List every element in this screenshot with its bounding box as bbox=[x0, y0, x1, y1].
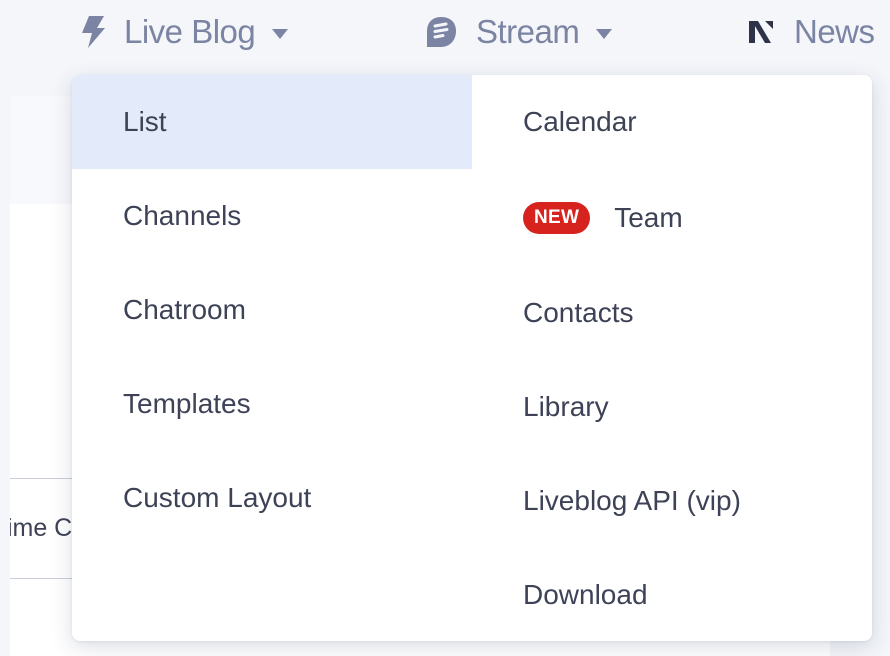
table-cell-text: time C bbox=[10, 514, 73, 542]
menu-item-label: Templates bbox=[123, 388, 251, 419]
menu-item-contacts[interactable]: Contacts bbox=[472, 266, 872, 360]
menu-item-label: List bbox=[123, 106, 167, 137]
table-divider bbox=[10, 478, 80, 479]
menu-item-download[interactable]: Download bbox=[472, 548, 872, 641]
n-logo-icon bbox=[746, 17, 776, 47]
menu-item-team[interactable]: NEW Team bbox=[472, 171, 872, 265]
menu-item-templates[interactable]: Templates bbox=[72, 357, 472, 451]
menu-item-label: Liveblog API (vip) bbox=[523, 485, 741, 516]
top-navigation: Live Blog Stream News bbox=[0, 0, 890, 66]
menu-item-library[interactable]: Library bbox=[472, 360, 872, 454]
nav-live-blog[interactable]: Live Blog bbox=[80, 0, 289, 64]
menu-item-label: Calendar bbox=[523, 106, 637, 137]
menu-item-liveblog-api[interactable]: Liveblog API (vip) bbox=[472, 454, 872, 548]
menu-item-channels[interactable]: Channels bbox=[72, 169, 472, 263]
menu-item-label: Contacts bbox=[523, 297, 634, 328]
nav-stream[interactable]: Stream bbox=[424, 0, 613, 64]
menu-item-calendar[interactable]: Calendar bbox=[472, 75, 872, 169]
nav-news-label: News bbox=[794, 13, 875, 50]
menu-item-label: Chatroom bbox=[123, 294, 246, 325]
menu-item-list[interactable]: List bbox=[72, 75, 472, 169]
stream-icon bbox=[424, 15, 458, 49]
table-divider bbox=[10, 578, 80, 579]
nav-news[interactable]: News bbox=[746, 0, 875, 64]
menu-item-custom-layout[interactable]: Custom Layout bbox=[72, 451, 472, 545]
menu-item-label: Channels bbox=[123, 200, 242, 231]
menu-item-label: Custom Layout bbox=[123, 482, 312, 513]
nav-stream-label: Stream bbox=[476, 13, 580, 50]
menu-item-chatroom[interactable]: Chatroom bbox=[72, 263, 472, 357]
chevron-down-icon bbox=[595, 28, 613, 40]
nav-live-blog-label: Live Blog bbox=[124, 13, 256, 50]
menu-item-label: Library bbox=[523, 391, 609, 422]
new-badge: NEW bbox=[523, 202, 591, 234]
lightning-icon bbox=[80, 15, 106, 49]
chevron-down-icon bbox=[271, 28, 289, 40]
live-blog-dropdown-menu: List Channels Chatroom Templates Custom … bbox=[72, 75, 872, 641]
menu-item-label: Download bbox=[523, 579, 648, 610]
menu-item-label: Team bbox=[614, 202, 683, 233]
